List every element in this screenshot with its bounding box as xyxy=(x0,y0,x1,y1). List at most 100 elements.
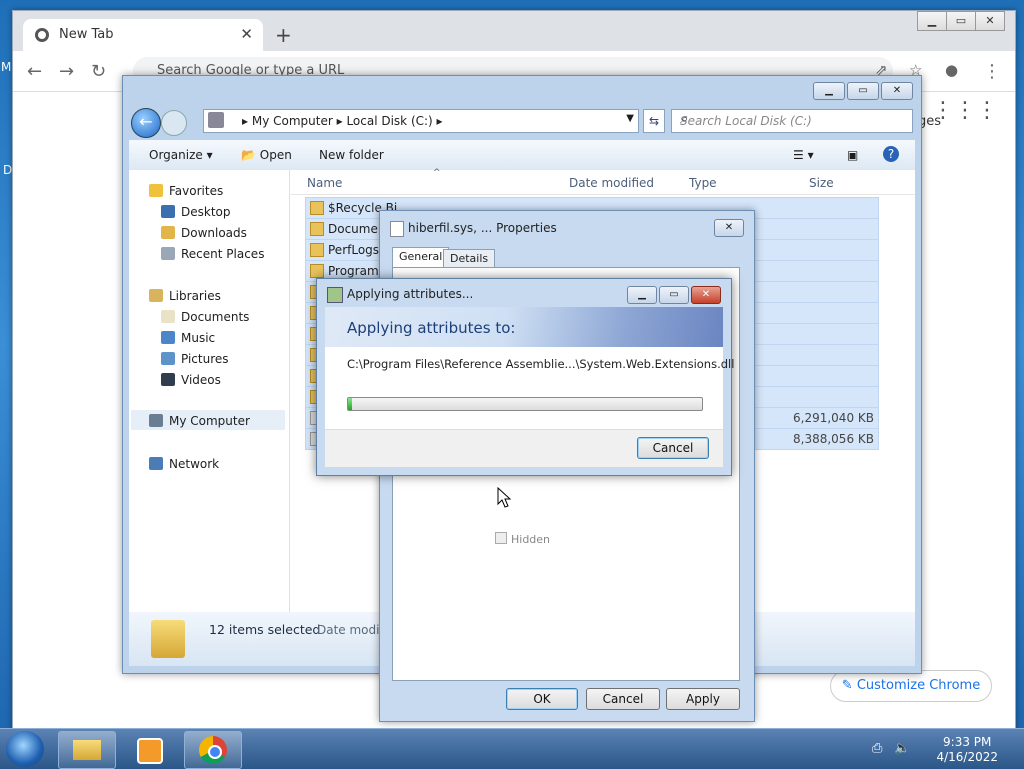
start-button-icon[interactable] xyxy=(6,731,44,767)
nav-label: Network xyxy=(169,457,220,471)
nav-videos[interactable]: Videos xyxy=(161,373,221,387)
dialog-title: Applying attributes... xyxy=(347,287,474,301)
column-type[interactable]: Type xyxy=(689,176,717,190)
dialog-banner: Applying attributes to: xyxy=(325,307,723,347)
nav-label: Videos xyxy=(181,373,221,387)
help-icon[interactable]: ? xyxy=(883,146,899,162)
view-options-icon[interactable]: ☰ ▾ xyxy=(793,148,814,162)
organize-label: Organize xyxy=(149,148,203,162)
back-arrow-icon[interactable]: ← xyxy=(27,61,42,82)
hidden-checkbox[interactable]: Hidden xyxy=(495,532,550,546)
sort-ascending-icon: ^ xyxy=(433,168,441,178)
nav-my-computer[interactable]: My Computer xyxy=(131,410,285,430)
reload-icon[interactable]: ↻ xyxy=(91,61,106,82)
system-tray: ⎙ 🔈 9:33 PM 4/16/2022 xyxy=(868,733,1018,765)
date-modified-label: Date modifi xyxy=(317,623,388,637)
minimize-icon[interactable]: ▁ xyxy=(813,82,845,100)
cancel-button[interactable]: Cancel xyxy=(586,688,660,710)
chrome-taskbar-button[interactable] xyxy=(184,731,242,769)
clock[interactable]: 9:33 PM 4/16/2022 xyxy=(936,735,998,765)
dialog-body: Applying attributes to: C:\Program Files… xyxy=(325,307,734,467)
new-tab-icon[interactable]: + xyxy=(275,23,292,47)
nav-music[interactable]: Music xyxy=(161,331,215,345)
google-apps-icon[interactable]: ⋮⋮⋮ xyxy=(932,98,998,123)
open-button[interactable]: 📂 Open xyxy=(241,148,292,162)
chevron-down-icon[interactable]: ▼ xyxy=(626,113,634,124)
nav-desktop[interactable]: Desktop xyxy=(161,205,231,219)
cancel-button[interactable]: Cancel xyxy=(637,437,709,459)
maximize-icon[interactable]: ▭ xyxy=(847,82,879,100)
videos-icon xyxy=(161,373,175,386)
breadcrumb-local-disk[interactable]: Local Disk (C:) xyxy=(346,114,432,128)
tab-details[interactable]: Details xyxy=(443,249,496,268)
apply-button[interactable]: Apply xyxy=(666,688,740,710)
row-size: 6,291,040 KB xyxy=(793,411,874,425)
address-bar[interactable]: ▸ My Computer ▸ Local Disk (C:) ▸ ▼ xyxy=(203,109,639,133)
music-icon xyxy=(161,331,175,344)
forward-arrow-icon[interactable]: → xyxy=(59,61,74,82)
close-icon[interactable]: ✕ xyxy=(881,82,913,100)
clock-date: 4/16/2022 xyxy=(936,750,998,764)
computer-icon xyxy=(208,112,224,128)
nav-label: Documents xyxy=(181,310,250,324)
row-name: Program xyxy=(328,264,379,278)
documents-icon xyxy=(161,310,175,323)
minimize-icon[interactable]: ▁ xyxy=(917,11,947,31)
desktop-icon-label: D xyxy=(3,163,13,177)
customize-chrome-button[interactable]: ✎ Customize Chrome xyxy=(830,670,992,702)
column-size[interactable]: Size xyxy=(809,176,834,190)
chrome-menu-icon[interactable]: ⋮ xyxy=(983,61,1001,82)
open-label: Open xyxy=(259,148,292,162)
nav-label: Recent Places xyxy=(181,247,265,261)
computer-icon xyxy=(149,414,163,427)
volume-icon[interactable]: 🔈 xyxy=(894,741,910,756)
nav-pictures[interactable]: Pictures xyxy=(161,352,229,366)
nav-label: Downloads xyxy=(181,226,247,240)
tab-close-icon[interactable]: ✕ xyxy=(240,25,253,43)
close-icon[interactable]: ✕ xyxy=(691,286,721,304)
new-folder-button[interactable]: New folder xyxy=(319,148,384,162)
back-arrow-icon[interactable]: ← xyxy=(131,108,161,138)
nav-network[interactable]: Network xyxy=(149,457,219,471)
maximize-icon[interactable]: ▭ xyxy=(946,11,976,31)
organize-button[interactable]: Organize ▾ xyxy=(149,148,213,162)
search-input[interactable]: Search Local Disk (C:) ⌕ xyxy=(671,109,913,133)
progress-bar xyxy=(347,397,703,411)
explorer-window-controls: ▁ ▭ ✕ xyxy=(811,82,913,100)
folder-lock-icon xyxy=(310,201,324,215)
tab-general[interactable]: General xyxy=(392,247,450,268)
network-status-icon[interactable]: ⎙ xyxy=(872,741,882,756)
chrome-tab[interactable]: New Tab ✕ xyxy=(23,19,263,51)
forward-arrow-icon[interactable] xyxy=(161,110,187,136)
refresh-icon[interactable]: ⇆ xyxy=(643,109,665,133)
media-player-taskbar-button[interactable] xyxy=(120,731,178,769)
nav-recent-places[interactable]: Recent Places xyxy=(161,247,264,261)
close-icon[interactable]: ✕ xyxy=(714,219,744,237)
nav-libraries[interactable]: Libraries xyxy=(149,289,221,303)
nav-documents[interactable]: Documents xyxy=(161,310,249,324)
maximize-icon[interactable]: ▭ xyxy=(659,286,689,304)
explorer-taskbar-button[interactable] xyxy=(58,731,116,769)
nav-favorites[interactable]: Favorites xyxy=(149,184,223,198)
nav-downloads[interactable]: Downloads xyxy=(161,226,247,240)
applying-attributes-dialog: Applying attributes... ▁ ▭ ✕ Applying at… xyxy=(316,278,734,476)
ok-button[interactable]: OK xyxy=(506,688,578,710)
row-name: Documen xyxy=(328,222,386,236)
command-bar: Organize ▾ 📂 Open New folder ☰ ▾ ▣ ? xyxy=(129,140,915,171)
media-player-icon xyxy=(137,738,163,764)
libraries-icon xyxy=(149,289,163,302)
column-name[interactable]: Name xyxy=(307,176,342,190)
column-date-modified[interactable]: Date modified xyxy=(569,176,654,190)
profile-avatar-icon[interactable]: ● xyxy=(945,61,958,79)
nav-label: Music xyxy=(181,331,216,345)
minimize-icon[interactable]: ▁ xyxy=(627,286,657,304)
desktop-icon xyxy=(161,205,175,218)
clock-time: 9:33 PM xyxy=(943,735,992,749)
selection-count: 12 items selected xyxy=(209,622,321,637)
pictures-icon xyxy=(161,352,175,365)
close-icon[interactable]: ✕ xyxy=(975,11,1005,31)
preview-pane-icon[interactable]: ▣ xyxy=(847,148,858,162)
nav-label: Favorites xyxy=(169,184,224,198)
folder-icon xyxy=(310,264,324,278)
breadcrumb-my-computer[interactable]: My Computer xyxy=(252,114,333,128)
